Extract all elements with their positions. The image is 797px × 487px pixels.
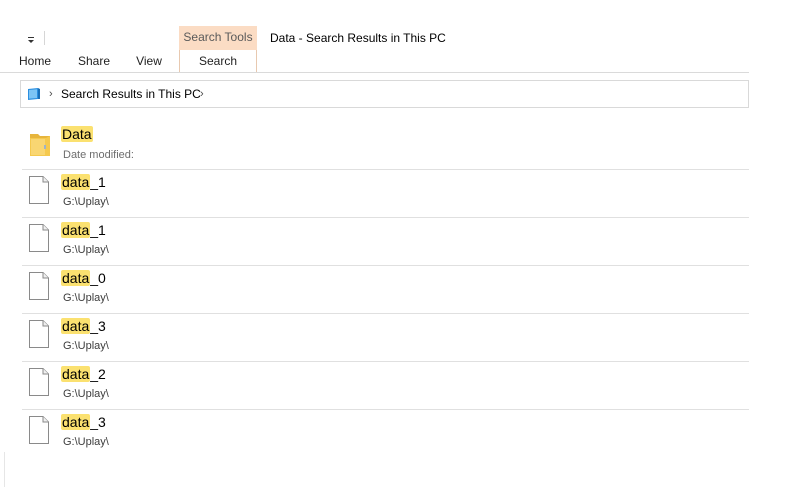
file-icon (28, 416, 50, 444)
list-item[interactable]: data_1 G:\Uplay\ (22, 218, 749, 266)
quick-access-separator (44, 31, 45, 45)
match-highlight: data (61, 414, 91, 430)
result-path: G:\Uplay\ (63, 244, 109, 256)
list-item[interactable]: Data Date modified: (22, 122, 749, 170)
result-name[interactable]: data_1 (61, 221, 106, 239)
match-highlight: data (61, 174, 91, 190)
file-icon (28, 176, 50, 204)
result-name[interactable]: data_3 (61, 317, 106, 335)
match-highlight: data (61, 270, 91, 286)
match-highlight: data (61, 222, 91, 238)
list-item[interactable]: data_3 G:\Uplay\ (22, 314, 749, 362)
breadcrumb-chevron-icon[interactable]: › (49, 81, 53, 107)
tab-view[interactable]: View (131, 50, 167, 72)
match-highlight: Data (61, 126, 93, 142)
file-icon (28, 224, 50, 252)
tab-home[interactable]: Home (14, 50, 56, 72)
file-icon (28, 272, 50, 300)
result-name[interactable]: data_0 (61, 269, 106, 287)
address-bar[interactable]: › Search Results in This PC › (20, 80, 749, 108)
ribbon-divider (0, 72, 749, 73)
folder-icon (26, 128, 54, 160)
result-name[interactable]: data_3 (61, 413, 106, 431)
file-icon (28, 368, 50, 396)
breadcrumb-chevron-icon[interactable]: › (200, 81, 204, 107)
list-item[interactable]: data_0 G:\Uplay\ (22, 266, 749, 314)
search-results-list: Data Date modified: data_1 G:\Uplay\ dat… (22, 122, 749, 458)
match-highlight: data (61, 318, 91, 334)
result-path: G:\Uplay\ (63, 340, 109, 352)
breadcrumb-search-results[interactable]: Search Results in This PC (61, 81, 201, 107)
ribbon-tabs: Home Share View Search (0, 50, 797, 72)
result-path: G:\Uplay\ (63, 436, 109, 448)
list-item[interactable]: data_3 G:\Uplay\ (22, 410, 749, 458)
result-path: G:\Uplay\ (63, 292, 109, 304)
match-highlight: data (61, 366, 91, 382)
tab-share[interactable]: Share (74, 50, 114, 72)
customize-quick-access-icon[interactable] (26, 34, 36, 44)
this-pc-icon (26, 86, 42, 102)
result-name[interactable]: Data (61, 125, 93, 143)
title-bar: Search Tools Data - Search Results in Th… (0, 26, 797, 50)
list-item[interactable]: data_1 G:\Uplay\ (22, 170, 749, 218)
search-tools-context-label: Search Tools (179, 26, 257, 50)
list-item[interactable]: data_2 G:\Uplay\ (22, 362, 749, 410)
result-name[interactable]: data_2 (61, 365, 106, 383)
result-name[interactable]: data_1 (61, 173, 106, 191)
result-path: G:\Uplay\ (63, 388, 109, 400)
result-path: G:\Uplay\ (63, 196, 109, 208)
result-detail: Date modified: (63, 149, 134, 161)
pane-edge (4, 452, 5, 487)
tab-search[interactable]: Search (179, 50, 257, 72)
window-title: Data - Search Results in This PC (270, 31, 446, 45)
file-icon (28, 320, 50, 348)
